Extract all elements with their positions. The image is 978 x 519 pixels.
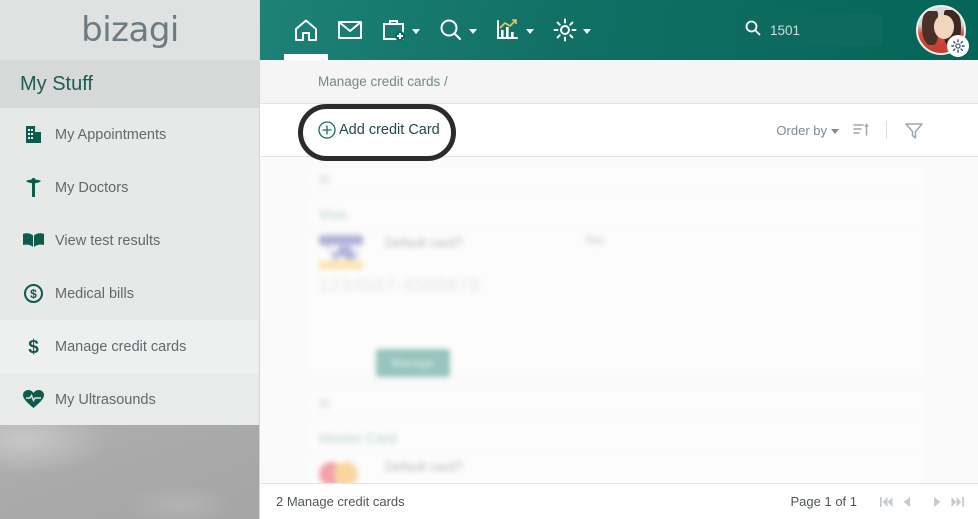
card-detail-row: Default card?: [309, 452, 925, 483]
next-page-button[interactable]: [933, 496, 942, 508]
sidebar-item-label: Medical bills: [55, 285, 134, 302]
sidebar-item-label: Manage credit cards: [55, 338, 187, 355]
credit-card-panel[interactable]: Visa Default card? Yes 1234567-4566678: [308, 165, 926, 377]
action-toolbar: Add credit Card Order by: [260, 104, 978, 157]
mastercard-circle-orange: [334, 462, 358, 483]
chevron-down-icon: [526, 29, 534, 34]
card-number: 1234567-4566678: [319, 275, 481, 295]
filter-funnel-icon[interactable]: [905, 122, 923, 139]
plus-circle-icon: [318, 121, 336, 139]
default-card-label: Default card?: [385, 459, 463, 474]
panel-header: [309, 390, 925, 418]
inbox-icon[interactable]: [328, 0, 372, 60]
new-case-icon[interactable]: [372, 0, 429, 60]
search-input[interactable]: 1501: [735, 14, 883, 46]
sidebar-item-medical-bills[interactable]: $ Medical bills: [0, 267, 259, 320]
sidebar-item-label: My Ultrasounds: [55, 391, 156, 408]
breadcrumb: Manage credit cards /: [260, 60, 978, 104]
manage-card-label: Manage: [391, 356, 435, 370]
card-detail-row: Default card? Yes: [309, 228, 925, 269]
first-page-button[interactable]: [880, 496, 893, 508]
order-by-label: Order by: [776, 122, 827, 138]
avatar-face: [934, 15, 954, 39]
chevron-down-icon: [831, 128, 839, 134]
dollar-sign-icon: $: [18, 336, 48, 358]
order-by-dropdown[interactable]: Order by: [776, 123, 839, 138]
default-card-value: Yes: [585, 235, 604, 247]
drag-handle-icon[interactable]: [319, 175, 330, 184]
record-count-label: 2 Manage credit cards: [276, 494, 405, 509]
status-bar: 2 Manage credit cards Page 1 of 1: [260, 483, 978, 519]
brand-logo[interactable]: bizagi: [0, 0, 259, 60]
gear-icon[interactable]: [543, 0, 600, 60]
sidebar-background-photo: [0, 425, 259, 519]
application-window: bizagi My Stuff My Appointments My Docto…: [0, 0, 978, 519]
card-type-label: Master Card: [319, 430, 397, 446]
dollar-coin-icon: $: [18, 283, 48, 305]
heart-pulse-icon: [18, 389, 48, 411]
left-sidebar: bizagi My Stuff My Appointments My Docto…: [0, 0, 260, 519]
sidebar-item-view-test-results[interactable]: View test results: [0, 214, 259, 267]
sidebar-item-label: My Appointments: [55, 126, 167, 143]
sidebar-item-my-appointments[interactable]: My Appointments: [0, 108, 259, 161]
chevron-down-icon: [469, 29, 477, 34]
toolbar-divider: [886, 121, 887, 139]
visa-logo: [319, 235, 363, 269]
card-type-label: Visa: [319, 206, 346, 222]
panel-header: [309, 166, 925, 194]
top-navigation-bar: 1501: [260, 0, 978, 60]
sidebar-item-label: My Doctors: [55, 179, 129, 196]
top-nav-icons: [284, 0, 600, 60]
add-credit-card-label: Add credit Card: [339, 122, 440, 138]
add-credit-card-button[interactable]: Add credit Card: [318, 121, 440, 139]
credit-card-panel[interactable]: Master Card Default card?: [308, 389, 926, 483]
search-icon[interactable]: [429, 0, 486, 60]
last-page-button[interactable]: [951, 496, 964, 508]
sidebar-item-label: View test results: [55, 232, 161, 249]
chevron-down-icon: [583, 29, 591, 34]
caduceus-icon: [18, 177, 48, 199]
previous-page-button[interactable]: [902, 496, 911, 508]
book-icon: [18, 230, 48, 252]
sidebar-item-manage-credit-cards[interactable]: $ Manage credit cards: [0, 320, 259, 373]
user-avatar[interactable]: [916, 5, 969, 57]
sidebar-section-title: My Stuff: [0, 60, 259, 108]
page-indicator: Page 1 of 1: [790, 494, 858, 509]
breadcrumb-label[interactable]: Manage credit cards /: [318, 74, 448, 89]
drag-handle-icon[interactable]: [319, 399, 330, 408]
default-card-label: Default card?: [385, 235, 463, 250]
credit-cards-list: Visa Default card? Yes 1234567-4566678 M…: [260, 157, 978, 483]
svg-text:$: $: [28, 337, 39, 357]
credit-cards-list-inner: Visa Default card? Yes 1234567-4566678 M…: [260, 157, 978, 483]
analytics-icon[interactable]: [486, 0, 543, 60]
sidebar-item-my-ultrasounds[interactable]: My Ultrasounds: [0, 373, 259, 426]
svg-text:$: $: [30, 287, 37, 301]
search-icon: [745, 20, 761, 41]
search-input-value: 1501: [770, 22, 801, 38]
gear-icon[interactable]: [947, 35, 969, 57]
sidebar-item-my-doctors[interactable]: My Doctors: [0, 161, 259, 214]
chevron-down-icon: [412, 29, 420, 34]
sort-ascending-icon[interactable]: [853, 122, 870, 138]
document-icon: [18, 124, 48, 146]
manage-card-button[interactable]: Manage: [376, 349, 450, 377]
home-icon[interactable]: [284, 0, 328, 60]
brand-name: bizagi: [81, 10, 179, 50]
sidebar-section-title-label: My Stuff: [20, 72, 93, 95]
mastercard-logo: [319, 459, 363, 483]
toolbar-right-controls: Order by: [776, 121, 923, 139]
pagination-controls: Page 1 of 1: [790, 494, 964, 509]
